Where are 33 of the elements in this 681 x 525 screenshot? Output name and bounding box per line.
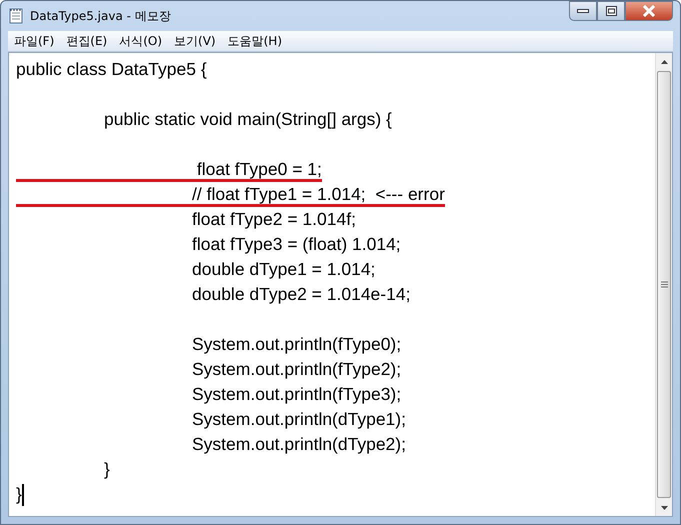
menu-item[interactable]: 보기(V) [168, 32, 222, 50]
code-line: public class DataType5 { [16, 58, 207, 81]
code-line: System.out.println(fType3); [191, 383, 402, 406]
minimize-button[interactable] [569, 1, 597, 21]
code-line: System.out.println(dType1); [191, 408, 406, 431]
grip-icon [660, 281, 668, 288]
code-line: System.out.println(fType2); [191, 358, 402, 381]
menu-item[interactable]: 도움말(H) [222, 32, 288, 50]
menu-item[interactable]: 편집(E) [60, 32, 114, 50]
code-line: } [103, 458, 110, 481]
maximize-button[interactable] [597, 1, 625, 21]
code-line: // float fType1 = 1.014; <--- error [16, 184, 445, 207]
code-line: double dType1 = 1.014; [191, 258, 376, 281]
menu-item[interactable]: 파일(F) [8, 32, 60, 50]
code-line: double dType2 = 1.014e-14; [191, 283, 410, 306]
close-button[interactable] [625, 1, 673, 21]
minimize-icon [577, 9, 589, 13]
code-line: public static void main(String[] args) { [103, 108, 392, 131]
code-line: float fType3 = (float) 1.014; [191, 233, 401, 256]
scrollbar[interactable] [655, 53, 672, 516]
code-line: System.out.println(dType2); [191, 433, 406, 456]
notepad-icon [8, 8, 24, 24]
code-line: float fType0 = 1; [16, 159, 322, 182]
scroll-up-icon[interactable] [660, 60, 668, 64]
window-title: DataType5.java - 메모장 [30, 8, 171, 25]
menu-item[interactable]: 서식(O) [113, 32, 168, 50]
close-icon [642, 5, 656, 17]
scroll-thumb[interactable] [657, 71, 671, 498]
maximize-icon [606, 6, 616, 16]
code-line: float fType2 = 1.014f; [191, 208, 356, 231]
code-line: } [16, 483, 22, 506]
code-line: System.out.println(fType0); [191, 333, 402, 356]
scroll-down-icon[interactable] [660, 506, 668, 510]
